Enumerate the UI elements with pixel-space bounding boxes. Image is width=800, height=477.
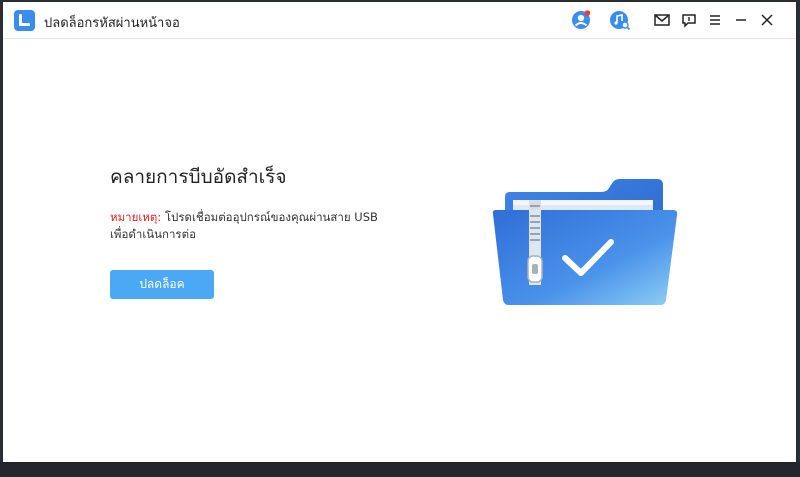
- app-window: ปลดล็อกรหัสผ่านหน้าจอ คลายการบีบอัดสำเร็…: [3, 2, 796, 462]
- unzipped-folder-check-icon: [483, 172, 683, 317]
- user-account-icon[interactable]: [570, 9, 592, 31]
- feedback-icon[interactable]: [678, 9, 700, 31]
- minimize-icon[interactable]: [730, 9, 752, 31]
- notification-dot: [584, 10, 591, 16]
- app-logo-icon: [14, 10, 35, 31]
- unlock-button[interactable]: ปลดล็อค: [110, 270, 214, 299]
- close-icon[interactable]: [756, 9, 778, 31]
- music-search-icon[interactable]: [609, 9, 631, 31]
- titlebar: ปลดล็อกรหัสผ่านหน้าจอ: [3, 2, 796, 39]
- app-title: ปลดล็อกรหัสผ่านหน้าจอ: [44, 16, 180, 31]
- menu-icon[interactable]: [704, 9, 726, 31]
- page-title: คลายการบีบอัดสำเร็จ: [110, 166, 287, 188]
- mail-icon[interactable]: [651, 9, 673, 31]
- note-text: หมายเหตุ: โปรดเชื่อมต่ออุปกรณ์ของคุณผ่าน…: [110, 209, 390, 243]
- desktop-background: [0, 462, 800, 477]
- note-label: หมายเหตุ:: [110, 210, 162, 224]
